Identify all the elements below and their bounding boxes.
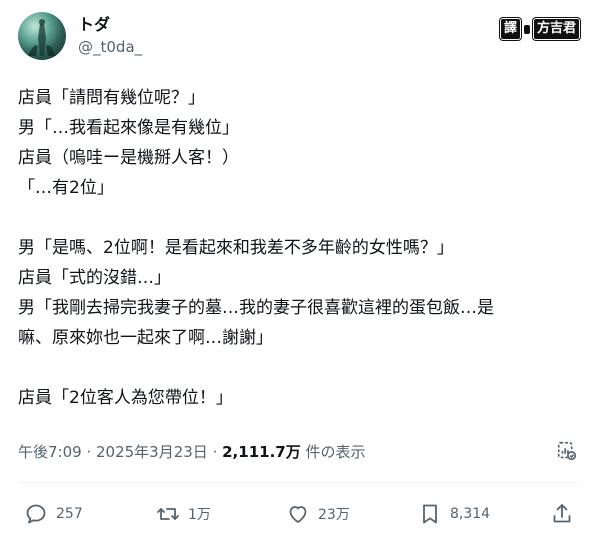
- heart-icon: [289, 506, 307, 523]
- user-handle[interactable]: @_t0da_: [78, 37, 142, 57]
- retweet-icon: [157, 508, 179, 520]
- retweet-button[interactable]: 1万: [156, 500, 211, 528]
- watermark-left: 譯: [499, 18, 521, 40]
- watermark: 譯 方吉君: [499, 18, 580, 40]
- tweet-meta: 午後7:09 · 2025年3月23日 · 2,111.7万 件の表示: [18, 442, 366, 462]
- bookmark-count: 8,314: [450, 506, 491, 522]
- share-button[interactable]: [550, 500, 574, 528]
- reply-button[interactable]: 257: [24, 500, 83, 528]
- tweet-time[interactable]: 午後7:09: [18, 443, 82, 461]
- tweet-text: 店員「請問有幾位呢？」 男「…我看起來像是有幾位」 店員（嗚哇ー是機掰人客！） …: [18, 83, 580, 413]
- tweet-line: 「…有2位」: [18, 178, 114, 198]
- meta-separator: ·: [81, 443, 96, 461]
- bookmark-button[interactable]: 8,314: [418, 500, 490, 528]
- avatar[interactable]: [18, 12, 66, 60]
- bookmark-icon: [423, 504, 437, 524]
- share-icon: [553, 504, 571, 523]
- tweet-line: 男「我剛去掃完我妻子的墓…我的妻子很喜歡這裡的蛋包飯…是: [18, 298, 494, 318]
- analytics-icon[interactable]: [556, 440, 578, 462]
- meta-separator: ·: [207, 443, 223, 461]
- tweet-line: 男「是嗎、2位啊！是看起來和我差不多年齡的女性嗎？」: [18, 238, 454, 258]
- tweet-line: 店員「請問有幾位呢？」: [18, 88, 205, 108]
- tweet-date[interactable]: 2025年3月23日: [96, 443, 208, 461]
- tweet-line: 店員「式的沒錯…」: [18, 268, 171, 288]
- reply-icon: [26, 504, 46, 524]
- tweet-header: トダ @_t0da_ 譯 方吉君: [18, 12, 580, 64]
- views-label: 件の表示: [300, 443, 366, 461]
- divider: [18, 482, 580, 483]
- tweet-line: 男「…我看起來像是有幾位」: [18, 118, 239, 138]
- tweet-line: 嘛、原來妳也一起來了啊…謝謝」: [18, 328, 273, 348]
- display-name[interactable]: トダ: [78, 15, 110, 35]
- watermark-dot: [523, 24, 530, 34]
- views-count: 2,111.7万: [222, 443, 301, 461]
- reply-count: 257: [56, 506, 83, 522]
- watermark-right: 方吉君: [532, 18, 580, 40]
- like-button[interactable]: 23万: [286, 500, 350, 528]
- action-bar: 257 1万 23万 8,314: [18, 500, 580, 528]
- tweet-line: 店員「2位客人為您帶位！」: [18, 388, 233, 408]
- like-count: 23万: [318, 507, 350, 523]
- tweet-line: 店員（嗚哇ー是機掰人客！）: [18, 148, 239, 168]
- retweet-count: 1万: [188, 507, 211, 523]
